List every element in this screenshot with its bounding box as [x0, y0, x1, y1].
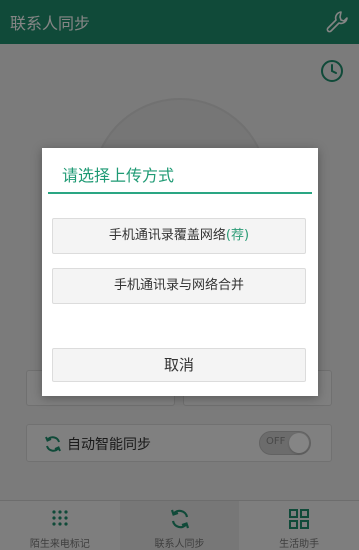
option-label: 手机通讯录与网络合并: [113, 278, 244, 293]
dialog-title: 请选择上传方式: [62, 166, 175, 185]
recommended-tag: (荐): [225, 228, 250, 243]
upload-method-dialog: 请选择上传方式 手机通讯录覆盖网络(荐) 手机通讯录与网络合并 取消: [42, 148, 318, 396]
overwrite-network-option[interactable]: 手机通讯录覆盖网络(荐): [52, 218, 306, 254]
option-label: 手机通讯录覆盖网络: [108, 228, 226, 243]
dialog-divider: [48, 192, 312, 194]
cancel-button[interactable]: 取消: [52, 348, 306, 382]
merge-network-option[interactable]: 手机通讯录与网络合并: [52, 268, 306, 304]
